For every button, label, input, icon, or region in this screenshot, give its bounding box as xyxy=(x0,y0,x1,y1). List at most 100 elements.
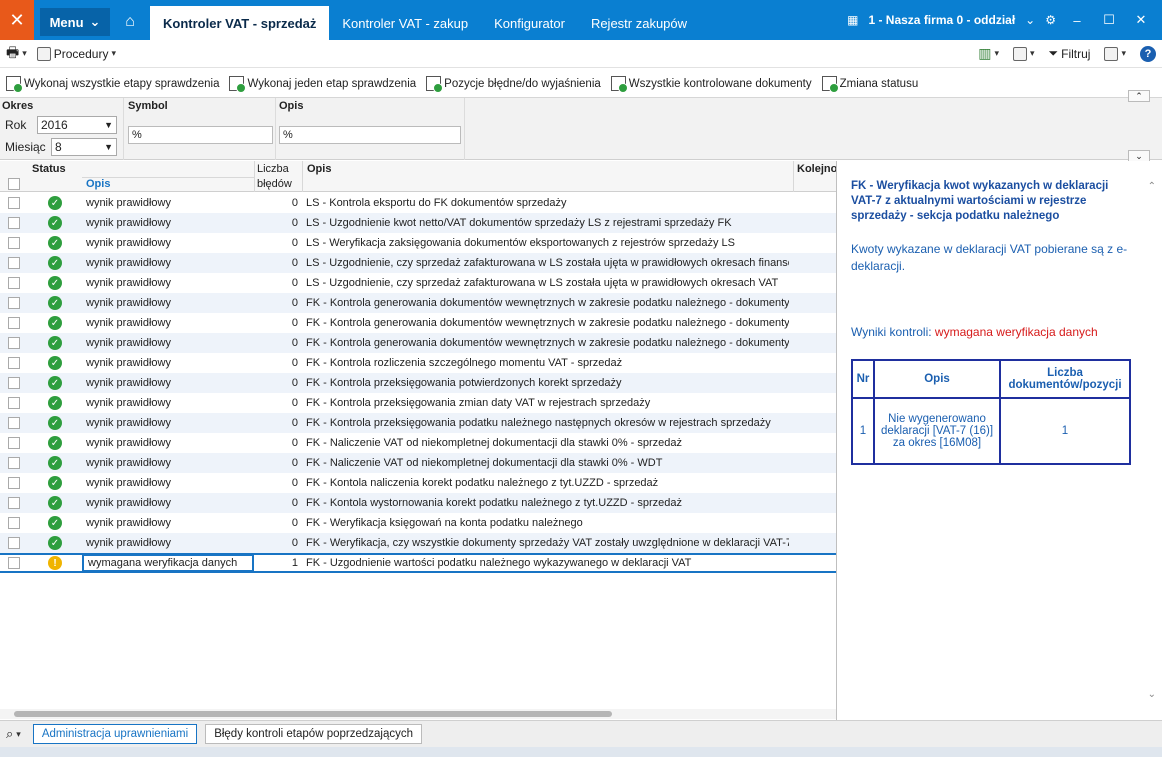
table-row[interactable]: ✓ wynik prawidłowy 0 FK - Kontrola przeksię… xyxy=(0,413,836,433)
table-row[interactable]: ✓ wynik prawidłowy 0 LS - Uzgodnienie, czy … xyxy=(0,253,836,273)
row-checkbox[interactable] xyxy=(8,557,20,569)
gear-icon[interactable]: ⚙ xyxy=(1045,13,1056,27)
check-circle-icon: ✓ xyxy=(48,336,62,350)
view-settings-button[interactable]: ▾ xyxy=(1104,46,1126,61)
menu-button[interactable]: Menu ⌄ xyxy=(40,8,110,36)
table-row[interactable]: ✓ wynik prawidłowy 0 FK - Kontrola przeksię… xyxy=(0,373,836,393)
header-description[interactable]: Opis xyxy=(307,163,331,175)
run-all-stages-button[interactable]: Wykonaj wszystkie etapy sprawdzenia xyxy=(6,76,219,93)
table-row[interactable]: ✓ wynik prawidłowy 0 FK - Kontrola przeksię… xyxy=(0,393,836,413)
row-checkbox[interactable] xyxy=(8,317,20,329)
row-checkbox[interactable] xyxy=(8,457,20,469)
company-selector[interactable]: 1 - Nasza firma 0 - oddział xyxy=(868,13,1015,27)
header-status-opis[interactable]: Opis xyxy=(86,178,110,190)
table-row[interactable]: ✓ wynik prawidłowy 0 FK - Kontrola generowa… xyxy=(0,333,836,353)
row-description: FK - Kontrola przeksięgowania potwierdzo… xyxy=(306,377,622,389)
table-row[interactable]: ! wymagana weryfikacja danych 1 FK - Uzgodn… xyxy=(0,553,836,573)
row-checkbox[interactable] xyxy=(8,257,20,269)
row-checkbox[interactable] xyxy=(8,217,20,229)
tab-rejestr-zakupow[interactable]: Rejestr zakupów xyxy=(578,6,700,40)
help-icon[interactable]: ? xyxy=(1140,45,1156,62)
opis-input[interactable]: % xyxy=(279,126,461,144)
row-checkbox[interactable] xyxy=(8,237,20,249)
tab-konfigurator[interactable]: Konfigurator xyxy=(481,6,578,40)
table-row[interactable]: ✓ wynik prawidłowy 0 LS - Weryfikacja zaksi… xyxy=(0,233,836,253)
row-checkbox[interactable] xyxy=(8,377,20,389)
binoculars-button[interactable]: ⌕ ▾ xyxy=(6,726,21,742)
error-items-button[interactable]: Pozycje błędne/do wyjaśnienia xyxy=(426,76,601,93)
close-icon[interactable]: ✕ xyxy=(1130,12,1152,28)
row-checkbox[interactable] xyxy=(8,477,20,489)
table-row[interactable]: ✓ wynik prawidłowy 0 FK - Naliczenie VAT od… xyxy=(0,433,836,453)
table-row[interactable]: ✓ wynik prawidłowy 0 FK - Naliczenie VAT od… xyxy=(0,453,836,473)
scroll-up-icon[interactable]: ⌃ xyxy=(1148,181,1156,192)
chevron-down-icon: ▾ xyxy=(994,48,999,58)
row-checkbox[interactable] xyxy=(8,437,20,449)
previous-stage-errors-button[interactable]: Błędy kontroli etapów poprzedzających xyxy=(205,724,422,744)
table-row[interactable]: ✓ wynik prawidłowy 0 LS - Uzgodnienie kwot … xyxy=(0,213,836,233)
scroll-down-icon[interactable]: ⌄ xyxy=(1148,689,1156,700)
row-error-count: 0 xyxy=(291,337,298,349)
row-checkbox[interactable] xyxy=(8,517,20,529)
header-count-line2[interactable]: błędów xyxy=(257,178,292,190)
row-description: FK - Uzgodnienie wartości podatku należn… xyxy=(306,557,692,569)
row-status-text: wynik prawidłowy xyxy=(86,337,171,349)
maximize-icon[interactable]: ☐ xyxy=(1098,12,1120,28)
header-count-line1[interactable]: Liczba xyxy=(257,163,289,175)
row-checkbox[interactable] xyxy=(8,397,20,409)
symbol-input[interactable]: % xyxy=(128,126,273,144)
filter-button[interactable]: ⏷ Filtruj xyxy=(1049,46,1091,61)
tab-kontroler-vat-zakup[interactable]: Kontroler VAT - zakup xyxy=(329,6,481,40)
chart-button[interactable]: ▥ ▾ xyxy=(978,45,999,62)
row-checkbox[interactable] xyxy=(8,357,20,369)
scrollbar-thumb[interactable] xyxy=(14,711,612,717)
chevron-down-icon: ⌄ xyxy=(89,14,101,29)
select-all-checkbox[interactable] xyxy=(8,178,20,190)
row-error-count: 0 xyxy=(291,277,298,289)
table-row[interactable]: ✓ wynik prawidłowy 0 FK - Weryfikacja księg… xyxy=(0,513,836,533)
row-checkbox[interactable] xyxy=(8,297,20,309)
change-status-button[interactable]: Zmiana statusu xyxy=(821,76,918,93)
row-status-text: wynik prawidłowy xyxy=(86,457,171,469)
print-button[interactable]: 🖶 ▾ xyxy=(6,42,27,66)
header-order[interactable]: Kolejnoś xyxy=(797,163,836,175)
table-row[interactable]: ✓ wynik prawidłowy 0 LS - Uzgodnienie, czy … xyxy=(0,273,836,293)
row-error-count: 0 xyxy=(291,297,298,309)
admin-permissions-button[interactable]: Administracja uprawnieniami xyxy=(32,724,198,744)
table-row[interactable]: ✓ wynik prawidłowy 0 FK - Kontrola generowa… xyxy=(0,293,836,313)
procedures-button[interactable]: Procedury ▾ xyxy=(36,46,116,61)
collapse-up-icon[interactable]: ⌃ xyxy=(1128,90,1150,102)
row-status-text: wynik prawidłowy xyxy=(86,497,171,509)
chevron-down-icon: ▾ xyxy=(111,48,116,58)
header-status[interactable]: Status xyxy=(32,163,66,175)
settings-window-button[interactable]: ▾ xyxy=(1012,46,1035,61)
app-logo-icon[interactable]: ✕ xyxy=(0,0,34,40)
tab-kontroler-vat-sprzedaz[interactable]: Kontroler VAT - sprzedaż xyxy=(150,6,330,40)
row-checkbox[interactable] xyxy=(8,277,20,289)
grid-apps-icon[interactable]: ▦ xyxy=(847,13,858,27)
table-row[interactable]: ✓ wynik prawidłowy 0 FK - Weryfikacja, czy … xyxy=(0,533,836,553)
run-one-stage-button[interactable]: Wykonaj jeden etap sprawdzenia xyxy=(229,76,416,93)
documents-icon xyxy=(610,76,628,93)
month-select[interactable]: 8 ▼ xyxy=(51,138,117,156)
chevron-down-icon: ▾ xyxy=(1121,48,1126,58)
divider xyxy=(302,161,303,192)
row-status-cell: ✓ xyxy=(28,476,82,490)
minimize-icon[interactable]: – xyxy=(1066,13,1088,28)
table-row[interactable]: ✓ wynik prawidłowy 0 LS - Kontrola eksportu… xyxy=(0,193,836,213)
row-checkbox[interactable] xyxy=(8,337,20,349)
row-checkbox[interactable] xyxy=(8,417,20,429)
row-checkbox[interactable] xyxy=(8,537,20,549)
row-status-cell: ✓ xyxy=(28,416,82,430)
table-row[interactable]: ✓ wynik prawidłowy 0 FK - Kontrola rozlicze… xyxy=(0,353,836,373)
year-select[interactable]: 2016 ▼ xyxy=(37,116,117,134)
row-checkbox[interactable] xyxy=(8,497,20,509)
row-error-count: 0 xyxy=(291,217,298,229)
table-row[interactable]: ✓ wynik prawidłowy 0 FK - Kontola wystornow… xyxy=(0,493,836,513)
row-checkbox[interactable] xyxy=(8,197,20,209)
all-documents-button[interactable]: Wszystkie kontrolowane dokumenty xyxy=(610,76,812,93)
table-row[interactable]: ✓ wynik prawidłowy 0 FK - Kontola naliczeni… xyxy=(0,473,836,493)
table-row[interactable]: ✓ wynik prawidłowy 0 FK - Kontrola generowa… xyxy=(0,313,836,333)
horizontal-scrollbar[interactable] xyxy=(0,709,836,719)
home-icon[interactable]: ⌂ xyxy=(110,4,150,40)
